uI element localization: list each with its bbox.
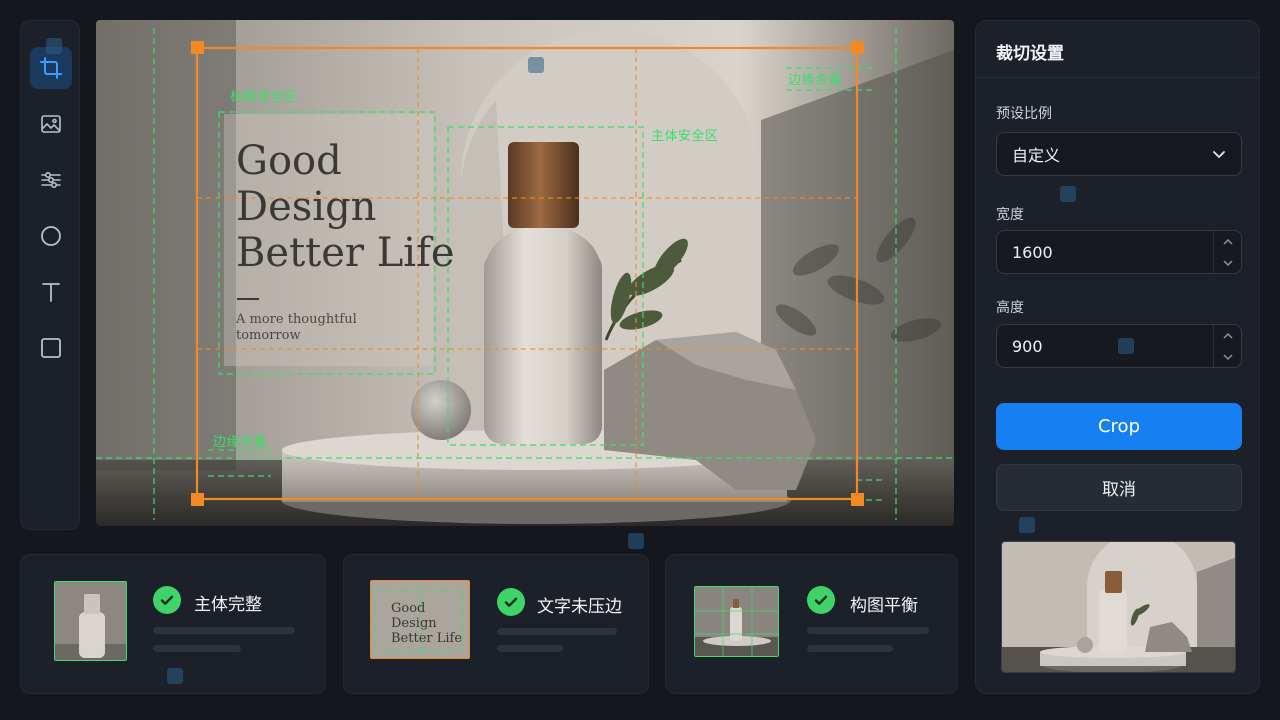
- ellipse-tool-button[interactable]: [30, 215, 72, 257]
- check-card-text: Good Design Better Life 文字未压边: [343, 554, 649, 694]
- edge-margin-label-bottom: 边缘余量: [213, 435, 268, 450]
- watermark-icon: [1118, 338, 1134, 354]
- placeholder-bar: [497, 628, 617, 635]
- chevron-down-icon[interactable]: [1214, 346, 1241, 367]
- placeholder-bar: [153, 627, 295, 634]
- chevron-down-icon: [1213, 151, 1225, 159]
- thumb-line: Better Life: [391, 631, 463, 646]
- chevron-down-icon[interactable]: [1214, 252, 1241, 273]
- placeholder-bar: [497, 645, 563, 652]
- edge-margin-label-top: 边缘余量: [788, 73, 843, 88]
- preset-ratio-select[interactable]: 自定义: [996, 132, 1242, 176]
- crop-handle-top-left[interactable]: [191, 41, 204, 54]
- headline-line: Better Life: [236, 230, 455, 276]
- crop-handle-top-right[interactable]: [851, 41, 864, 54]
- watermark-icon: [46, 38, 62, 54]
- watermark-icon: [628, 533, 644, 549]
- check-card-balance: 构图平衡: [665, 554, 958, 694]
- balance-thumbnail: [694, 586, 779, 657]
- image-tool-button[interactable]: [30, 103, 72, 145]
- placeholder-bar: [153, 645, 241, 652]
- product-photo: [96, 20, 954, 526]
- watermark-icon: [528, 57, 544, 73]
- check-icon: [153, 586, 181, 614]
- crop-settings-panel: 裁切设置 预设比例 自定义 宽度 1600 高度 900 Crop 取消: [975, 20, 1260, 694]
- crop-button[interactable]: Crop: [996, 403, 1242, 450]
- height-label: 高度: [996, 300, 1024, 316]
- poster-subline: A more thoughtful tomorrow: [236, 312, 357, 344]
- subject-safe-label: 主体安全区: [651, 129, 719, 144]
- adjust-tool-button[interactable]: [30, 159, 72, 201]
- preview-image: [1002, 542, 1235, 672]
- text-tool-button[interactable]: [30, 271, 72, 313]
- height-value: 900: [1012, 336, 1043, 356]
- check-label: 文字未压边: [537, 597, 622, 617]
- tool-sidebar: [20, 20, 80, 530]
- watermark-icon: [167, 668, 183, 684]
- panel-title: 裁切设置: [996, 44, 1064, 64]
- headline-line: Design: [236, 184, 377, 230]
- title-safe-label: 标题安全区: [230, 90, 298, 105]
- chevron-up-icon[interactable]: [1214, 231, 1241, 252]
- height-stepper[interactable]: [1213, 325, 1241, 367]
- width-label: 宽度: [996, 207, 1024, 223]
- placeholder-bar: [807, 645, 893, 652]
- crop-icon: [40, 57, 62, 79]
- panel-divider: [976, 77, 1259, 78]
- text-icon: [42, 283, 60, 302]
- image-icon: [41, 115, 61, 133]
- subline-line: tomorrow: [236, 328, 301, 343]
- check-icon: [497, 588, 525, 616]
- placeholder-bar: [807, 627, 929, 634]
- text-thumbnail: Good Design Better Life: [370, 580, 470, 659]
- subject-thumbnail: [54, 581, 127, 661]
- circle-icon: [41, 226, 61, 246]
- crop-handle-bottom-left[interactable]: [191, 493, 204, 506]
- crop-preview: [1001, 541, 1236, 673]
- image-canvas[interactable]: Good Design Better Life A more thoughtfu…: [96, 20, 954, 526]
- rectangle-icon: [41, 338, 61, 358]
- check-label: 主体完整: [194, 595, 262, 615]
- check-icon: [807, 586, 835, 614]
- thumb-line: Good: [391, 601, 426, 616]
- sliders-icon: [41, 172, 61, 189]
- width-stepper[interactable]: [1213, 231, 1241, 273]
- cancel-button[interactable]: 取消: [996, 464, 1242, 511]
- subline-line: A more thoughtful: [236, 312, 357, 327]
- preset-value: 自定义: [1012, 146, 1061, 165]
- preset-label: 预设比例: [996, 106, 1052, 122]
- headline-line: Good: [236, 138, 342, 184]
- rectangle-tool-button[interactable]: [30, 327, 72, 369]
- poster-headline: Good Design Better Life: [236, 138, 455, 276]
- chevron-up-icon[interactable]: [1214, 325, 1241, 346]
- width-input[interactable]: 1600: [996, 230, 1242, 274]
- poster-divider: [237, 298, 259, 300]
- check-label: 构图平衡: [850, 596, 918, 616]
- text-thumbnail-words: Good Design Better Life: [391, 601, 462, 646]
- thumb-line: Design: [391, 616, 437, 631]
- watermark-icon: [1019, 517, 1035, 533]
- watermark-icon: [1060, 186, 1076, 202]
- width-value: 1600: [1012, 242, 1053, 262]
- crop-handle-bottom-right[interactable]: [851, 493, 864, 506]
